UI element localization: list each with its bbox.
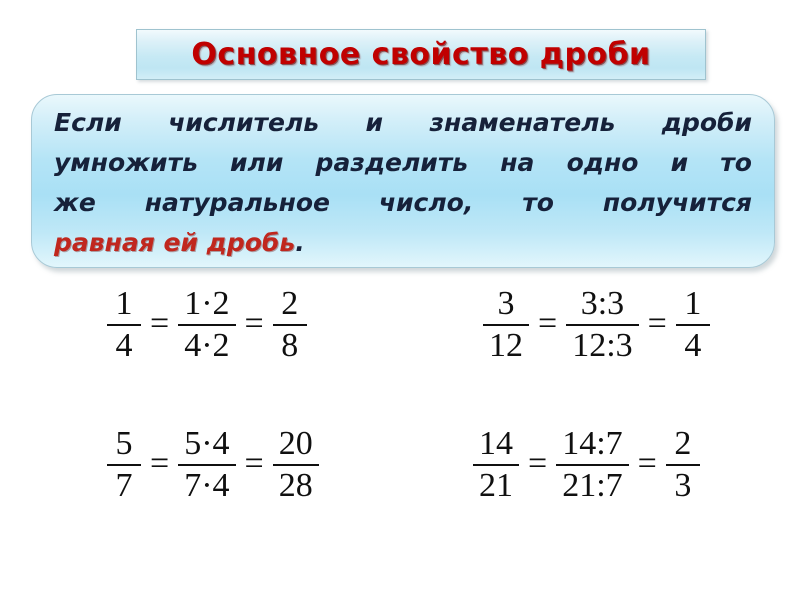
- statement-word: Если: [54, 108, 122, 137]
- fraction-denominator: 12: [489, 327, 523, 364]
- fraction-denominator: 21:7: [562, 467, 623, 504]
- equals-sign: =: [150, 305, 170, 342]
- fraction-denominator: 8: [281, 327, 299, 364]
- statement-word: и: [365, 108, 384, 137]
- fraction-right: 20 28: [272, 424, 319, 506]
- fraction-denominator: 21: [479, 467, 513, 504]
- fraction-denominator: 4·2: [184, 327, 230, 364]
- statement-word: одно: [566, 148, 639, 177]
- statement-line-3: же натуральное число, то получится: [54, 183, 752, 223]
- fraction-left: 5 7: [107, 424, 141, 506]
- equals-sign: =: [244, 445, 264, 482]
- statement-word: или: [230, 148, 284, 177]
- fraction-numerator: 14: [479, 425, 513, 462]
- fraction-middle: 5·4 7·4: [178, 424, 236, 506]
- equals-sign: =: [244, 305, 264, 342]
- fraction-numerator: 2: [281, 285, 299, 322]
- equals-sign: =: [150, 445, 170, 482]
- fraction-numerator: 20: [278, 425, 313, 462]
- fraction-middle: 3:3 12:3: [566, 284, 639, 366]
- fraction-denominator: 3: [674, 467, 692, 504]
- fraction-numerator: 5: [115, 425, 133, 462]
- fraction-left: 3 12: [483, 284, 529, 366]
- equations-area: 1 4 = 1·2 4·2 = 2 8 3 12 = 3:3 12:3 = 1 …: [0, 278, 800, 568]
- statement-word: дроби: [661, 108, 752, 137]
- equation-row: 1 4 = 1·2 4·2 = 2 8: [104, 284, 310, 366]
- fraction-numerator: 1: [684, 285, 702, 322]
- statement-word: то: [720, 148, 752, 177]
- fraction-numerator: 14:7: [562, 425, 623, 462]
- statement-word: натуральное: [144, 188, 330, 217]
- statement-line-2: умножить или разделить на одно и то: [54, 143, 752, 183]
- fraction-numerator: 1·2: [184, 285, 230, 322]
- equals-sign: =: [538, 305, 558, 342]
- fraction-denominator: 4: [684, 327, 702, 364]
- equation-row: 14 21 = 14:7 21:7 = 2 3: [470, 424, 703, 506]
- statement-word: на: [500, 148, 535, 177]
- statement-word: число,: [378, 188, 474, 217]
- fraction-numerator: 3:3: [580, 285, 625, 322]
- title-banner: Основное свойство дроби: [136, 29, 706, 80]
- fraction-numerator: 5·4: [184, 425, 230, 462]
- statement-word: разделить: [315, 148, 469, 177]
- fraction-numerator: 3: [497, 285, 515, 322]
- rule-statement-box: Если числитель и знаменатель дроби умнож…: [31, 94, 775, 268]
- fraction-right: 2 3: [665, 424, 700, 506]
- fraction-denominator: 4: [115, 327, 133, 364]
- fraction-right: 1 4: [675, 284, 710, 366]
- statement-highlight: равная ей дробь: [54, 228, 296, 257]
- fraction-numerator: 1: [115, 285, 133, 322]
- fraction-denominator: 7·4: [184, 467, 230, 504]
- statement-word: же: [54, 188, 96, 217]
- equals-sign: =: [647, 305, 667, 342]
- fraction-middle: 14:7 21:7: [556, 424, 629, 506]
- statement-word: и: [670, 148, 689, 177]
- statement-word: то: [522, 188, 554, 217]
- equals-sign: =: [528, 445, 548, 482]
- fraction-denominator: 12:3: [572, 327, 633, 364]
- statement-word: получится: [602, 188, 752, 217]
- equals-sign: =: [637, 445, 657, 482]
- statement-period: .: [295, 228, 305, 257]
- fraction-middle: 1·2 4·2: [178, 284, 236, 366]
- statement-word: числитель: [168, 108, 320, 137]
- equation-row: 5 7 = 5·4 7·4 = 20 28: [104, 424, 322, 506]
- fraction-denominator: 7: [115, 467, 133, 504]
- statement-line-4: равная ей дробь.: [54, 223, 752, 263]
- fraction-right: 2 8: [272, 284, 307, 366]
- statement-word: умножить: [54, 148, 198, 177]
- fraction-denominator: 28: [278, 467, 313, 504]
- statement-line-1: Если числитель и знаменатель дроби: [54, 103, 752, 143]
- statement-word: знаменатель: [429, 108, 616, 137]
- page-title: Основное свойство дроби: [191, 36, 651, 72]
- fraction-left: 1 4: [107, 284, 141, 366]
- fraction-numerator: 2: [674, 425, 692, 462]
- fraction-left: 14 21: [473, 424, 519, 506]
- equation-row: 3 12 = 3:3 12:3 = 1 4: [480, 284, 713, 366]
